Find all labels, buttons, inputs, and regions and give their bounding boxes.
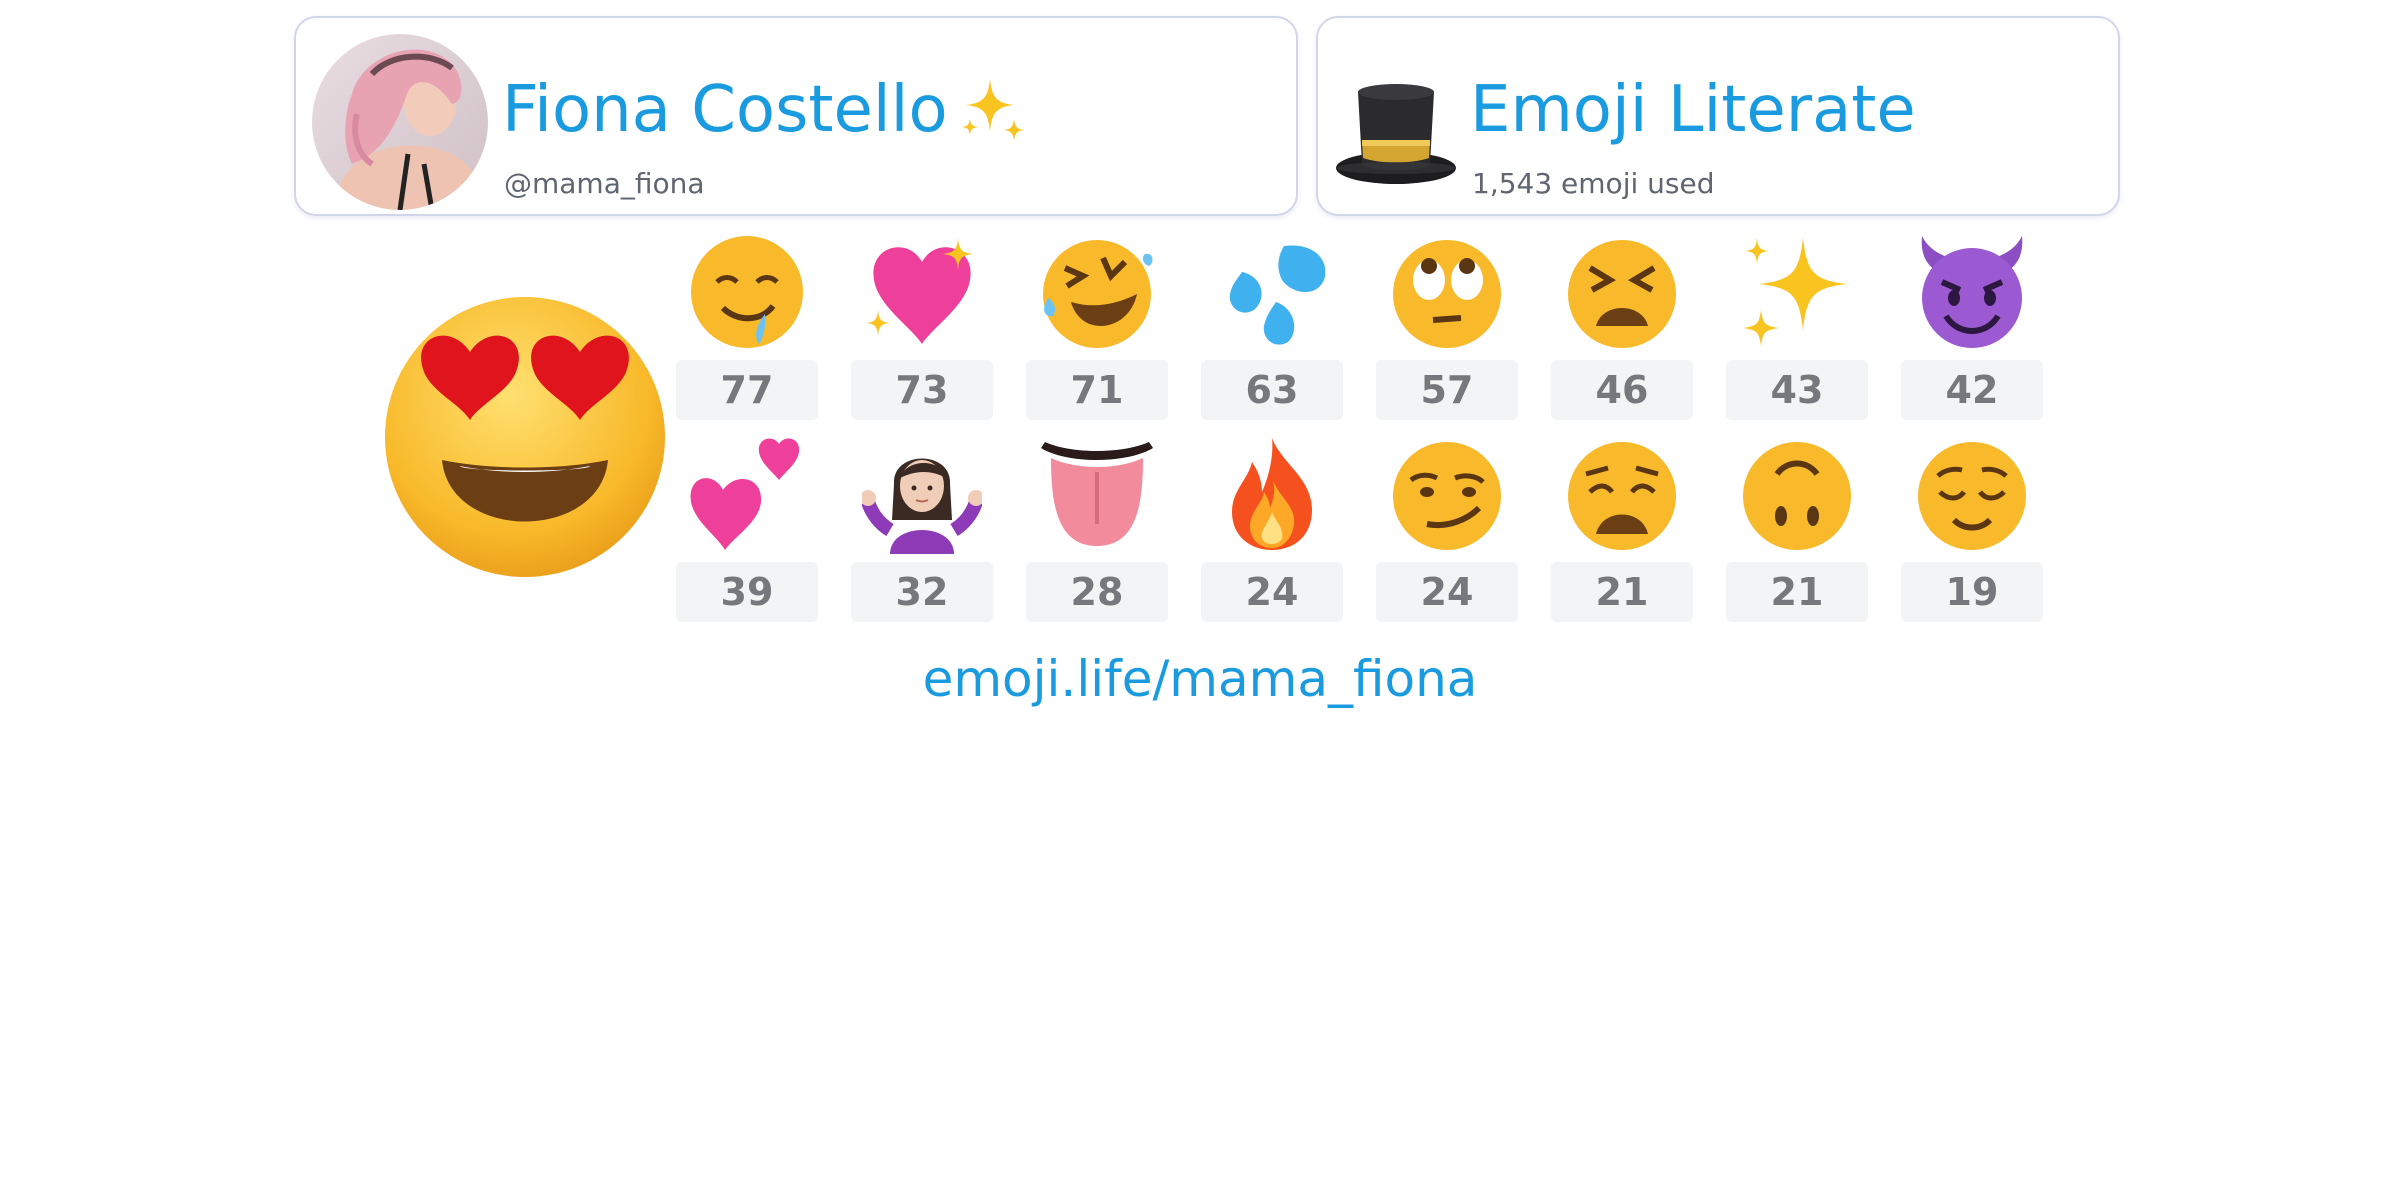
emoji-count: 39 <box>676 562 818 622</box>
top-hat-icon <box>1332 68 1460 196</box>
profile-name-row: Fiona Costello <box>502 70 1026 150</box>
badge-card: Emoji Literate 1,543 emoji used <box>1316 16 2120 216</box>
sparkling-heart-icon <box>862 232 982 352</box>
avatar[interactable] <box>312 34 488 210</box>
smirking-face-icon <box>1387 434 1507 554</box>
fire-icon <box>1212 434 1332 554</box>
emoji-count: 77 <box>676 360 818 420</box>
sparkles-icon <box>1737 232 1857 352</box>
emoji-count: 24 <box>1376 562 1518 622</box>
two-hearts-icon <box>687 434 807 554</box>
emoji-count: 28 <box>1026 562 1168 622</box>
drooling-face-icon <box>687 232 807 352</box>
badge-subtitle: 1,543 emoji used <box>1472 167 1715 200</box>
emoji-count: 42 <box>1901 360 2043 420</box>
emoji-count: 43 <box>1726 360 1868 420</box>
rolling-on-the-floor-laughing-icon <box>1037 232 1157 352</box>
emoji-count: 21 <box>1551 562 1693 622</box>
profile-card[interactable]: Fiona Costello @mama_fiona <box>294 16 1298 216</box>
emoji-count: 46 <box>1551 360 1693 420</box>
sparkles-icon <box>956 75 1026 145</box>
sweat-droplets-icon <box>1212 232 1332 352</box>
smiling-face-with-horns-icon <box>1912 232 2032 352</box>
upside-down-face-icon <box>1737 434 1857 554</box>
badge-title: Emoji Literate <box>1470 73 1916 147</box>
weary-face-icon <box>1562 434 1682 554</box>
profile-url-link[interactable]: emoji.life/mama_fiona <box>0 644 2400 714</box>
emoji-count: 24 <box>1201 562 1343 622</box>
smiling-face-with-heart-eyes-icon <box>380 292 670 582</box>
relieved-face-icon <box>1912 434 2032 554</box>
emoji-count: 19 <box>1901 562 2043 622</box>
woman-shrugging-icon <box>860 434 984 554</box>
emoji-count: 71 <box>1026 360 1168 420</box>
emoji-count: 21 <box>1726 562 1868 622</box>
emoji-count: 57 <box>1376 360 1518 420</box>
tired-face-icon <box>1562 232 1682 352</box>
emoji-count: 73 <box>851 360 993 420</box>
emoji-count: 63 <box>1201 360 1343 420</box>
face-with-rolling-eyes-icon <box>1387 232 1507 352</box>
tongue-icon <box>1037 434 1157 554</box>
profile-name[interactable]: Fiona Costello <box>502 70 948 150</box>
profile-handle: @mama_fiona <box>504 167 705 200</box>
emoji-count: 32 <box>851 562 993 622</box>
